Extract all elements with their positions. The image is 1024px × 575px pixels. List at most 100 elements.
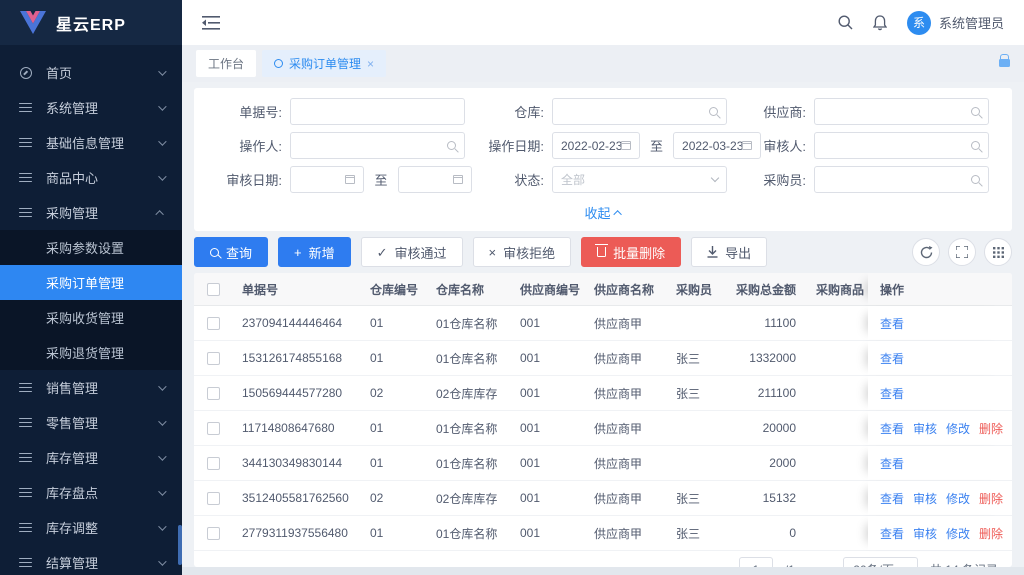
row-checkbox[interactable] xyxy=(207,422,220,435)
action-link[interactable]: 查看 xyxy=(880,385,904,402)
operator-input[interactable] xyxy=(290,132,465,159)
table-cell: 15132 xyxy=(724,481,810,515)
chevron-up-icon xyxy=(613,210,621,218)
action-link[interactable]: 审核 xyxy=(913,525,937,542)
page-size-select[interactable]: 20条/页 xyxy=(843,557,918,567)
action-link[interactable]: 删除 xyxy=(979,525,1003,542)
action-link[interactable]: 查看 xyxy=(880,455,904,472)
action-link[interactable]: 删除 xyxy=(979,490,1003,507)
action-link[interactable]: 查看 xyxy=(880,350,904,367)
sidebar-item[interactable]: 商品中心 xyxy=(0,160,182,195)
sidebar-subitem[interactable]: 采购订单管理 xyxy=(0,265,182,300)
order-no-input[interactable] xyxy=(290,98,465,125)
chevron-down-icon xyxy=(158,417,166,425)
sidebar-item[interactable]: 首页 xyxy=(0,55,182,90)
logo-icon xyxy=(20,11,46,34)
horizontal-scrollbar[interactable] xyxy=(182,567,1024,575)
batch-delete-button[interactable]: 批量删除 xyxy=(581,237,681,267)
row-checkbox[interactable] xyxy=(207,352,220,365)
app-logo-text: 星云ERP xyxy=(56,11,126,35)
select-all-checkbox[interactable] xyxy=(207,283,220,296)
field-label: 供应商: xyxy=(734,102,806,121)
action-link[interactable]: 查看 xyxy=(880,525,904,542)
search-button[interactable]: 查询 xyxy=(194,237,268,267)
sidebar-item[interactable]: 库存管理 xyxy=(0,440,182,475)
sidebar-item-label: 销售管理 xyxy=(46,378,98,397)
calendar-icon xyxy=(621,141,631,150)
download-icon xyxy=(707,246,718,258)
warehouse-input[interactable] xyxy=(552,98,727,125)
collapse-filters-link[interactable]: 收起 xyxy=(210,200,996,229)
lock-tabs-icon[interactable] xyxy=(999,59,1010,67)
audit-date-from-input[interactable] xyxy=(290,166,364,193)
tab-workbench[interactable]: 工作台 xyxy=(196,50,256,77)
row-checkbox[interactable] xyxy=(207,457,220,470)
supplier-input[interactable] xyxy=(814,98,989,125)
row-checkbox[interactable] xyxy=(207,317,220,330)
buyer-input[interactable] xyxy=(814,166,989,193)
action-link[interactable]: 审核 xyxy=(913,490,937,507)
sidebar-subitem[interactable]: 采购参数设置 xyxy=(0,230,182,265)
action-link[interactable]: 修改 xyxy=(946,420,970,437)
sidebar-scrollbar[interactable] xyxy=(178,525,182,565)
action-link[interactable]: 修改 xyxy=(946,490,970,507)
sidebar-item[interactable]: 零售管理 xyxy=(0,405,182,440)
row-checkbox[interactable] xyxy=(207,387,220,400)
table-cell: 11100 xyxy=(724,306,810,340)
auditor-input[interactable] xyxy=(814,132,989,159)
row-checkbox[interactable] xyxy=(207,527,220,540)
action-link[interactable]: 查看 xyxy=(880,490,904,507)
sidebar-item[interactable]: 系统管理 xyxy=(0,90,182,125)
op-date-to-input[interactable]: 2022-03-23 xyxy=(673,132,761,159)
export-button[interactable]: 导出 xyxy=(691,237,767,267)
audit-date-to-input[interactable] xyxy=(398,166,472,193)
table-row: 1505694445772800202仓库库存001供应商甲张三211100查看 xyxy=(194,376,1012,411)
chevron-down-icon xyxy=(158,557,166,565)
column-settings-button[interactable] xyxy=(984,238,1012,266)
sidebar-item-label: 首页 xyxy=(46,63,72,82)
chevron-up-icon xyxy=(155,210,163,218)
table-cell xyxy=(810,516,868,550)
field-label: 单据号: xyxy=(210,102,282,121)
sidebar-subitem[interactable]: 采购退货管理 xyxy=(0,335,182,370)
sidebar-item[interactable]: 结算管理 xyxy=(0,545,182,575)
close-tab-icon[interactable]: × xyxy=(367,58,374,70)
sidebar-item[interactable]: 采购管理 xyxy=(0,195,182,230)
column-header: 仓库名称 xyxy=(426,273,510,305)
chevron-down-icon xyxy=(158,137,166,145)
action-link[interactable]: 查看 xyxy=(880,420,904,437)
approve-button[interactable]: ✓ 审核通过 xyxy=(361,237,463,267)
sidebar-item[interactable]: 库存调整 xyxy=(0,510,182,545)
row-actions: 查看 xyxy=(868,306,1012,340)
row-checkbox[interactable] xyxy=(207,492,220,505)
table-cell xyxy=(810,481,868,515)
tab-purchase-order[interactable]: 采购订单管理 × xyxy=(262,50,386,77)
action-link[interactable]: 删除 xyxy=(979,420,1003,437)
sidebar-item[interactable]: 库存盘点 xyxy=(0,475,182,510)
table-cell: 01 xyxy=(360,306,426,340)
status-select[interactable]: 全部 xyxy=(552,166,727,193)
action-link[interactable]: 查看 xyxy=(880,315,904,332)
reject-button[interactable]: × 审核拒绝 xyxy=(473,237,572,267)
collapse-sidebar-icon[interactable] xyxy=(202,16,220,30)
sidebar-subitem[interactable]: 采购收货管理 xyxy=(0,300,182,335)
user-menu[interactable]: 系 系统管理员 xyxy=(907,11,1004,35)
sidebar-item[interactable]: 销售管理 xyxy=(0,370,182,405)
search-icon[interactable] xyxy=(838,15,853,30)
add-button[interactable]: + 新增 xyxy=(278,237,351,267)
table-cell: 211100 xyxy=(724,376,810,410)
fullscreen-button[interactable] xyxy=(948,238,976,266)
page-number-input[interactable]: 1 xyxy=(739,557,773,567)
table-cell: 001 xyxy=(510,341,584,375)
bell-icon[interactable] xyxy=(873,15,887,31)
column-header: 采购总金额 xyxy=(724,273,810,305)
op-date-from-input[interactable]: 2022-02-23 xyxy=(552,132,640,159)
chevron-down-icon xyxy=(158,522,166,530)
trash-icon xyxy=(597,247,606,257)
sidebar-item[interactable]: 基础信息管理 xyxy=(0,125,182,160)
sidebar-item-label: 结算管理 xyxy=(46,553,98,572)
search-icon xyxy=(971,107,980,116)
action-link[interactable]: 修改 xyxy=(946,525,970,542)
refresh-button[interactable] xyxy=(912,238,940,266)
action-link[interactable]: 审核 xyxy=(913,420,937,437)
